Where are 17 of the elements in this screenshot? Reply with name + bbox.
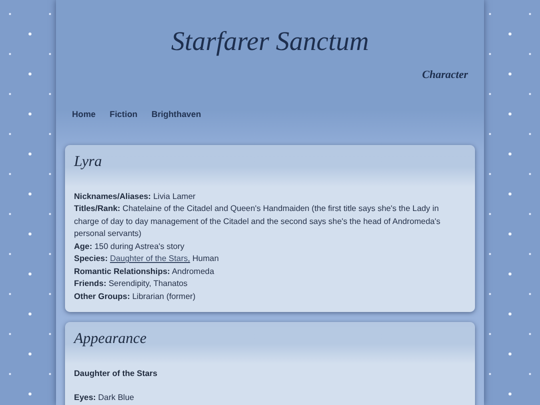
- field-text: Titles/Rank: Chatelaine of the Citadel and Queen's Handmaiden (the first title says she's the Lady in charge of day to day management of the Citadel and the second says she's the head of Andromeda's personal servants): [74, 203, 442, 240]
- field-text: Nicknames/Aliases: Livia Lamer: [74, 190, 197, 203]
- nav-link[interactable]: Fiction: [110, 108, 138, 121]
- field-text: Other Groups: Librarian (former): [74, 290, 196, 303]
- field-text: Romantic Relationships: Andromeda: [74, 266, 216, 278]
- page-subtitle: Character: [422, 69, 468, 82]
- card-heading: Appearance: [74, 330, 148, 348]
- nav-link[interactable]: Brighthaven: [151, 108, 202, 121]
- species-link[interactable]: Daughter of the Stars,: [110, 254, 190, 264]
- site-title: Starfarer Sanctum: [170, 25, 370, 58]
- nav-link[interactable]: Home: [72, 108, 96, 121]
- field-text: Age: 150 during Astrea's story: [74, 240, 186, 253]
- field-text: Friends: Serendipity, Thanatos: [74, 278, 188, 290]
- field-text: Species: Daughter of the Stars, Human: [74, 253, 220, 266]
- section-subheading: Daughter of the Stars: [74, 368, 158, 380]
- field-text: Eyes: Dark Blue: [74, 392, 136, 404]
- card-heading: Lyra: [74, 152, 103, 171]
